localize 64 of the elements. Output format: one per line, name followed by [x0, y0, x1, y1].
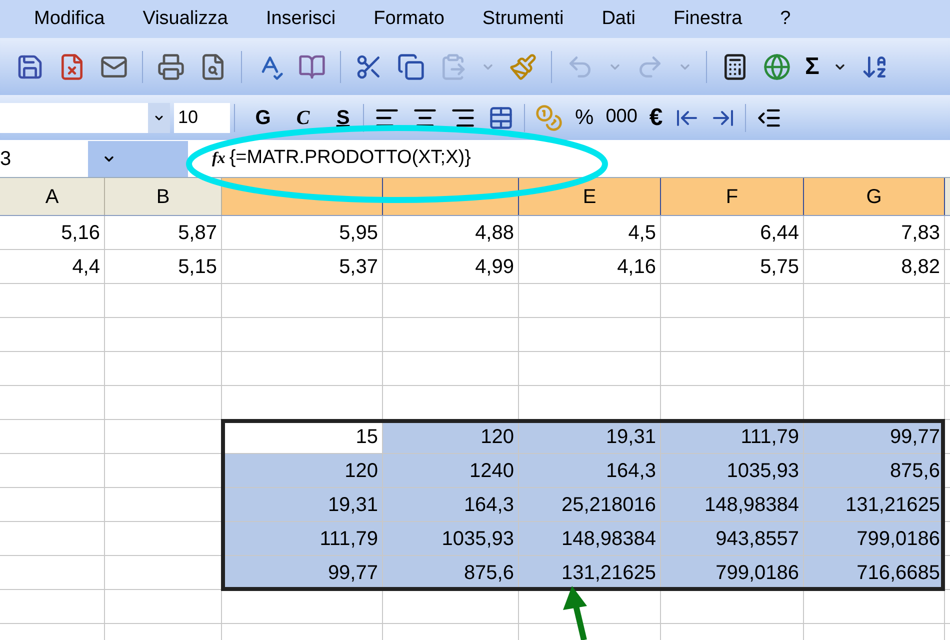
underline-button[interactable]: S: [327, 102, 359, 132]
table-cell: 6,44: [661, 216, 804, 250]
table-cell: 4,5: [519, 216, 661, 250]
table-cell: 8,82: [804, 250, 945, 284]
menu-item[interactable]: Inserisci: [266, 4, 336, 34]
globe-icon[interactable]: [763, 52, 791, 80]
menu-item[interactable]: Formato: [374, 4, 444, 34]
euro-button[interactable]: €: [649, 100, 663, 136]
printer-icon[interactable]: [157, 52, 185, 80]
table-cell: 164,3: [519, 454, 661, 488]
copy-icon[interactable]: [397, 52, 425, 80]
menu-item[interactable]: Visualizza: [142, 4, 228, 34]
font-field[interactable]: [0, 102, 148, 132]
thousands-button[interactable]: 000: [606, 103, 638, 132]
formula-text: {=MATR.PRODOTTO(XT;X)}: [229, 146, 471, 170]
table-cell: 120: [383, 420, 519, 454]
table-cell: 111,79: [661, 420, 804, 454]
table-cell: 4,4: [0, 250, 105, 284]
table-cell: 943,8557: [661, 522, 804, 556]
italic-button[interactable]: C: [287, 102, 319, 132]
menu-item[interactable]: Finestra: [674, 4, 742, 34]
table-cell: 1035,93: [661, 454, 804, 488]
column-header[interactable]: A: [0, 178, 105, 215]
font-size-field[interactable]: 10: [174, 102, 230, 132]
table-cell: 5,16: [0, 216, 105, 250]
table-cell: 5,15: [105, 250, 222, 284]
menu-item[interactable]: Strumenti: [482, 4, 564, 34]
merge-icon[interactable]: [488, 104, 514, 130]
sum-button[interactable]: Σ: [805, 48, 820, 84]
percent-button[interactable]: %: [575, 102, 594, 134]
table-cell: 111,79: [222, 522, 383, 556]
column-header[interactable]: B: [105, 178, 222, 215]
bold-button[interactable]: G: [247, 102, 279, 132]
column-header[interactable]: F: [661, 178, 804, 215]
table-cell: 799,0186: [661, 556, 804, 590]
table-cell: 5,87: [105, 216, 222, 250]
save-icon[interactable]: [16, 52, 44, 80]
table-cell: 4,88: [383, 216, 519, 250]
table-cell: 4,99: [383, 250, 519, 284]
table-cell: 1035,93: [383, 522, 519, 556]
menu-item[interactable]: Modifica: [34, 4, 105, 34]
table-cell: 131,21625: [519, 556, 661, 590]
menu-item[interactable]: Dati: [602, 4, 636, 34]
table-cell: 7,83: [804, 216, 945, 250]
table-cell: 4,16: [519, 250, 661, 284]
table-cell: 1240: [383, 454, 519, 488]
table-cell: 164,3: [383, 488, 519, 522]
table-cell: 19,31: [222, 488, 383, 522]
table-cell: 875,6: [383, 556, 519, 590]
fx-label[interactable]: fx: [212, 146, 226, 170]
column-header[interactable]: G: [804, 178, 945, 215]
dropdown-button[interactable]: [148, 102, 170, 132]
table-cell: 5,37: [222, 250, 383, 284]
book-icon[interactable]: [298, 52, 326, 80]
table-cell: 5,75: [661, 250, 804, 284]
table-cell: 120: [222, 454, 383, 488]
column-header[interactable]: E: [519, 178, 661, 215]
brush-icon[interactable]: [509, 52, 537, 80]
table-cell: 19,31: [519, 420, 661, 454]
table-cell: 148,98384: [519, 522, 661, 556]
table-cell: 148,98384: [661, 488, 804, 522]
table-cell: 25,218016: [519, 488, 661, 522]
table-cell: 5,95: [222, 216, 383, 250]
menu-item[interactable]: ?: [780, 4, 791, 34]
